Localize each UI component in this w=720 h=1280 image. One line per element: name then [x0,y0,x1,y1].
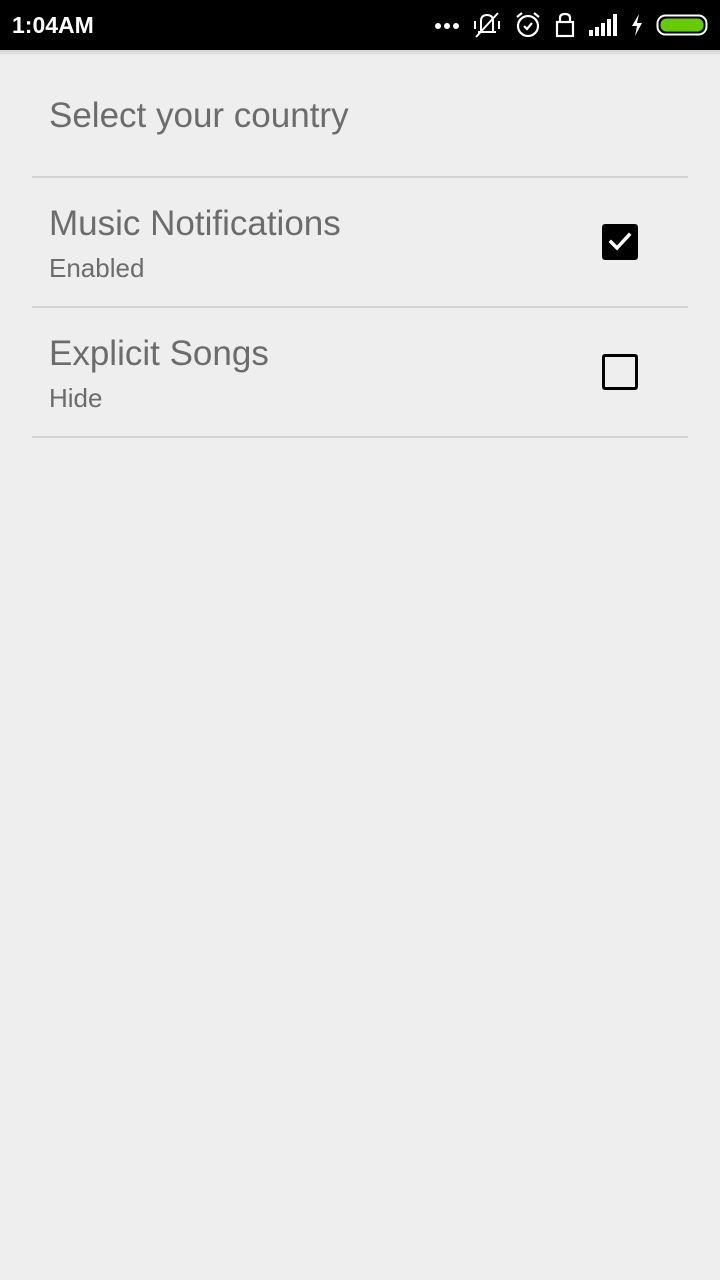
explicit-songs-checkbox[interactable] [602,354,638,390]
more-dots-icon [434,20,460,30]
lock-icon [554,11,576,39]
signal-icon [588,13,618,37]
status-bar: 1:04AM [0,0,720,50]
explicit-songs-title: Explicit Songs [49,334,269,373]
alarm-icon [514,11,542,39]
select-country-item[interactable]: Select your country [32,50,688,178]
battery-icon [656,13,710,37]
vibrate-off-icon [472,11,502,39]
status-time: 1:04AM [12,12,94,38]
select-country-label: Select your country [49,96,349,135]
music-notifications-title: Music Notifications [49,204,341,243]
music-notifications-item[interactable]: Music Notifications Enabled [32,178,688,308]
charging-icon [630,13,644,37]
explicit-songs-item[interactable]: Explicit Songs Hide [32,308,688,438]
music-notifications-checkbox[interactable] [602,224,638,260]
status-icons [422,0,710,50]
settings-list: Select your country Music Notifications … [32,50,688,438]
music-notifications-summary: Enabled [49,253,145,283]
explicit-songs-summary: Hide [49,383,103,413]
checkmark-icon [608,232,632,251]
